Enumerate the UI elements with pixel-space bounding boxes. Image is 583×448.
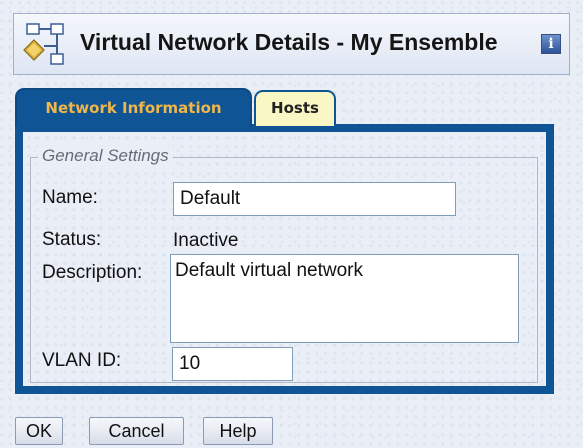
status-value: Inactive: [173, 230, 239, 251]
status-label: Status:: [42, 229, 102, 250]
help-button[interactable]: Help: [203, 417, 273, 445]
general-settings-legend: General Settings: [38, 146, 173, 166]
description-field[interactable]: Default virtual network: [170, 254, 519, 343]
info-icon[interactable]: i: [541, 34, 561, 54]
name-field[interactable]: [173, 182, 456, 216]
network-topology-icon: [23, 23, 64, 65]
ok-button[interactable]: OK: [15, 417, 63, 445]
name-label: Name:: [42, 187, 98, 208]
tab-network-information[interactable]: Network Information: [15, 88, 252, 126]
cancel-button[interactable]: Cancel: [89, 417, 184, 445]
page-title: Virtual Network Details - My Ensemble: [80, 29, 498, 55]
description-label: Description:: [42, 262, 143, 283]
vlan-id-field[interactable]: [172, 347, 293, 381]
title-bar: Virtual Network Details - My Ensemble i: [13, 13, 570, 75]
tab-hosts[interactable]: Hosts: [254, 90, 336, 126]
vlan-id-label: VLAN ID:: [42, 350, 122, 371]
